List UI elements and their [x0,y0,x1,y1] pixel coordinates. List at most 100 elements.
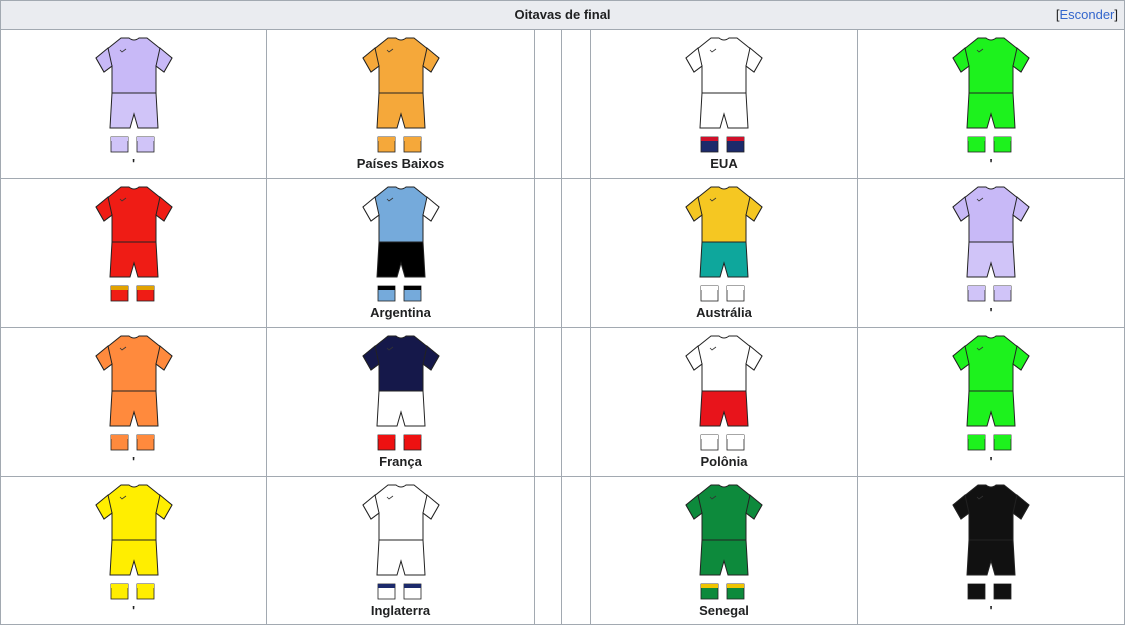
left-sock [967,285,986,302]
shorts [966,92,1016,129]
table-header: Oitavas de final [Esconder] [1,1,1124,30]
shorts [108,390,159,427]
team-name: ' [131,156,136,171]
kit-cell: Senegal [591,477,857,625]
kit-cell: Inglaterra [267,477,534,625]
right-sock [726,136,745,153]
toggle-bracket-close: ] [1114,7,1118,22]
kit-illustration [361,37,440,153]
shorts [375,241,426,278]
team-name: França [379,454,422,469]
collapse-toggle[interactable]: [Esconder] [1056,1,1118,29]
kit-cell: Austrália [591,179,857,327]
kit-illustration [952,335,1030,451]
team-name: Argentina [370,305,431,320]
kit-cell: ' [858,30,1124,178]
shorts [108,92,159,129]
left-sock [377,434,395,451]
left-sock [377,583,395,600]
kit-cell: ' [858,477,1124,625]
team-name: ' [989,454,993,469]
shorts [375,92,426,129]
left-sock [967,583,986,600]
kit-cell: ' [1,328,266,476]
kit-illustration [94,37,173,153]
right-sock [136,434,154,451]
right-sock [993,136,1012,153]
right-sock [403,136,421,153]
kit-illustration [952,484,1030,600]
left-sock [967,136,986,153]
left-sock [967,434,986,451]
shorts [108,241,159,278]
right-sock [993,583,1012,600]
team-name: Senegal [699,603,749,618]
kit-cell: Argentina [267,179,534,327]
left-sock [377,136,395,153]
team-name: ' [989,305,993,320]
kit-illustration [94,186,173,302]
kit-cell: Polônia [591,328,857,476]
left-sock [377,285,395,302]
kit-illustration [685,335,763,451]
right-sock [726,285,745,302]
team-name: Inglaterra [370,603,431,618]
left-sock [110,434,128,451]
shorts [966,390,1016,427]
left-sock [700,136,719,153]
shorts [108,539,159,576]
team-name: ' [989,156,993,171]
left-sock [700,583,719,600]
kit-illustration [685,484,763,600]
kit-cell: ' [1,30,266,178]
team-name: ' [131,603,136,618]
shorts [699,241,749,278]
kit-cell: ' [858,328,1124,476]
right-sock [136,583,154,600]
right-sock [136,136,154,153]
kit-illustration [685,37,763,153]
right-sock [403,285,421,302]
shorts [375,539,426,576]
kit-illustration [952,186,1030,302]
left-sock [700,434,719,451]
kit-cell: Países Baixos [267,30,534,178]
right-sock [993,434,1012,451]
left-sock [110,583,128,600]
team-name: EUA [710,156,738,171]
team-name [1,305,266,321]
knockout-kits-table: Oitavas de final [Esconder] ' Países Baix… [0,0,1125,625]
hide-link[interactable]: Esconder [1059,7,1114,22]
kit-illustration [94,484,173,600]
kit-illustration [94,335,173,451]
right-sock [993,285,1012,302]
kit-illustration [361,335,440,451]
team-name: Austrália [696,305,752,320]
shorts [699,390,749,427]
kit-illustration [685,186,763,302]
kit-cell [1,179,266,327]
right-sock [403,583,421,600]
shorts [375,390,426,427]
left-sock [110,136,128,153]
kit-illustration [361,186,440,302]
right-sock [136,285,154,302]
shorts [699,539,749,576]
kit-illustration [361,484,440,600]
kit-cell: França [267,328,534,476]
right-sock [726,583,745,600]
kit-cell: EUA [591,30,857,178]
shorts [699,92,749,129]
kit-cell: ' [1,477,266,625]
right-sock [403,434,421,451]
right-sock [726,434,745,451]
kit-cell: ' [858,179,1124,327]
team-name: ' [131,454,136,469]
shorts [966,241,1016,278]
shorts [966,539,1016,576]
team-name: Polônia [700,454,748,469]
team-name: Países Baixos [356,156,445,171]
table-title: Oitavas de final [514,7,611,22]
team-name: ' [989,603,993,618]
left-sock [700,285,719,302]
